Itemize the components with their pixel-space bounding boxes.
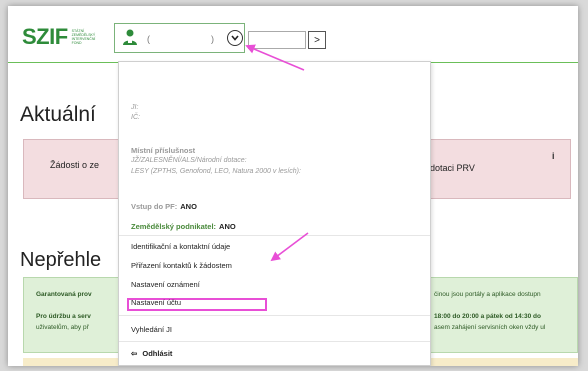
menu-mistni-label: Místní příslušnost	[131, 146, 196, 155]
user-name-close: )	[211, 34, 214, 44]
user-icon	[123, 29, 137, 45]
menu-item-prirazeni[interactable]: Přiřazení kontaktů k žádostem	[131, 261, 232, 270]
menu-mistni-line1: JŽ/ZALESNĚNÍ/ALS/Národní dotace:	[131, 157, 247, 164]
menu-ic-label: IČ:	[131, 114, 140, 121]
site-header: SZIF STÁTNÍ ZEMĚDĚLSKÝ INTERVENČNÍ FOND …	[8, 6, 578, 63]
menu-item-ucet[interactable]: Nastavení účtu	[131, 298, 181, 307]
chevron-down-icon[interactable]	[227, 30, 243, 46]
menu-vstup: Vstup do PF: ANO	[131, 202, 197, 211]
menu-divider-2	[119, 315, 430, 316]
menu-vstup-value: ANO	[180, 202, 197, 211]
menu-ji-label: JI:	[131, 104, 139, 111]
menu-zemed-value: ANO	[219, 222, 236, 231]
logo-subtext: STÁTNÍ ZEMĚDĚLSKÝ INTERVENČNÍ FOND	[71, 29, 96, 45]
notice-line2-left: Pro údržbu a serv	[36, 313, 91, 320]
logout-label: Odhlásit	[142, 349, 173, 358]
browser-frame: SZIF STÁTNÍ ZEMĚDĚLSKÝ INTERVENČNÍ FOND …	[8, 6, 578, 366]
alert-text-left: Žádosti o ze	[50, 160, 100, 170]
menu-divider-3	[119, 341, 430, 342]
alert-text-right: dotaci PRV	[430, 163, 475, 173]
chevron-glyph	[231, 35, 239, 41]
notice-line3-right: asem zahájení servisních oken vždy ul	[434, 324, 546, 331]
search-input[interactable]	[248, 31, 306, 49]
info-icon[interactable]: i	[552, 151, 555, 161]
menu-mistni-line2: LESY (ZPTHS, Genofond, LEO, Natura 2000 …	[131, 168, 301, 175]
user-selector[interactable]: ( )	[114, 23, 245, 53]
menu-vstup-label: Vstup do PF:	[131, 202, 178, 211]
logout-button[interactable]: ⇦ Odhlásit	[131, 349, 172, 358]
menu-divider	[119, 235, 430, 236]
notice-line1-right: činou jsou portály a aplikace dostupn	[434, 291, 541, 298]
menu-zemed-label: Zemědělský podnikatel:	[131, 222, 217, 231]
menu-item-oznameni[interactable]: Nastavení oznámení	[131, 280, 200, 289]
szif-logo[interactable]: SZIF STÁTNÍ ZEMĚDĚLSKÝ INTERVENČNÍ FOND	[22, 24, 96, 50]
logout-icon: ⇦	[131, 349, 138, 358]
notice-line3-left: uživatelům, aby př	[36, 324, 89, 331]
heading-neprehlednete: Nepřehle	[20, 249, 102, 271]
logo-text: SZIF	[22, 24, 68, 49]
notice-line2-right: 18:00 do 20:00 a pátek od 14:30 do	[434, 313, 541, 320]
search-button[interactable]: >	[308, 31, 326, 49]
user-name: (	[147, 34, 150, 44]
user-dropdown-menu: JI: IČ: Místní příslušnost JŽ/ZALESNĚNÍ/…	[118, 61, 431, 366]
menu-zemed: Zemědělský podnikatel: ANO	[131, 222, 236, 231]
heading-aktualni: Aktuální	[20, 103, 96, 126]
menu-item-identifikacni[interactable]: Identifikační a kontaktní údaje	[131, 242, 230, 251]
notice-line1-left: Garantovaná prov	[36, 291, 92, 298]
menu-item-vyhledani[interactable]: Vyhledání JI	[131, 325, 172, 334]
